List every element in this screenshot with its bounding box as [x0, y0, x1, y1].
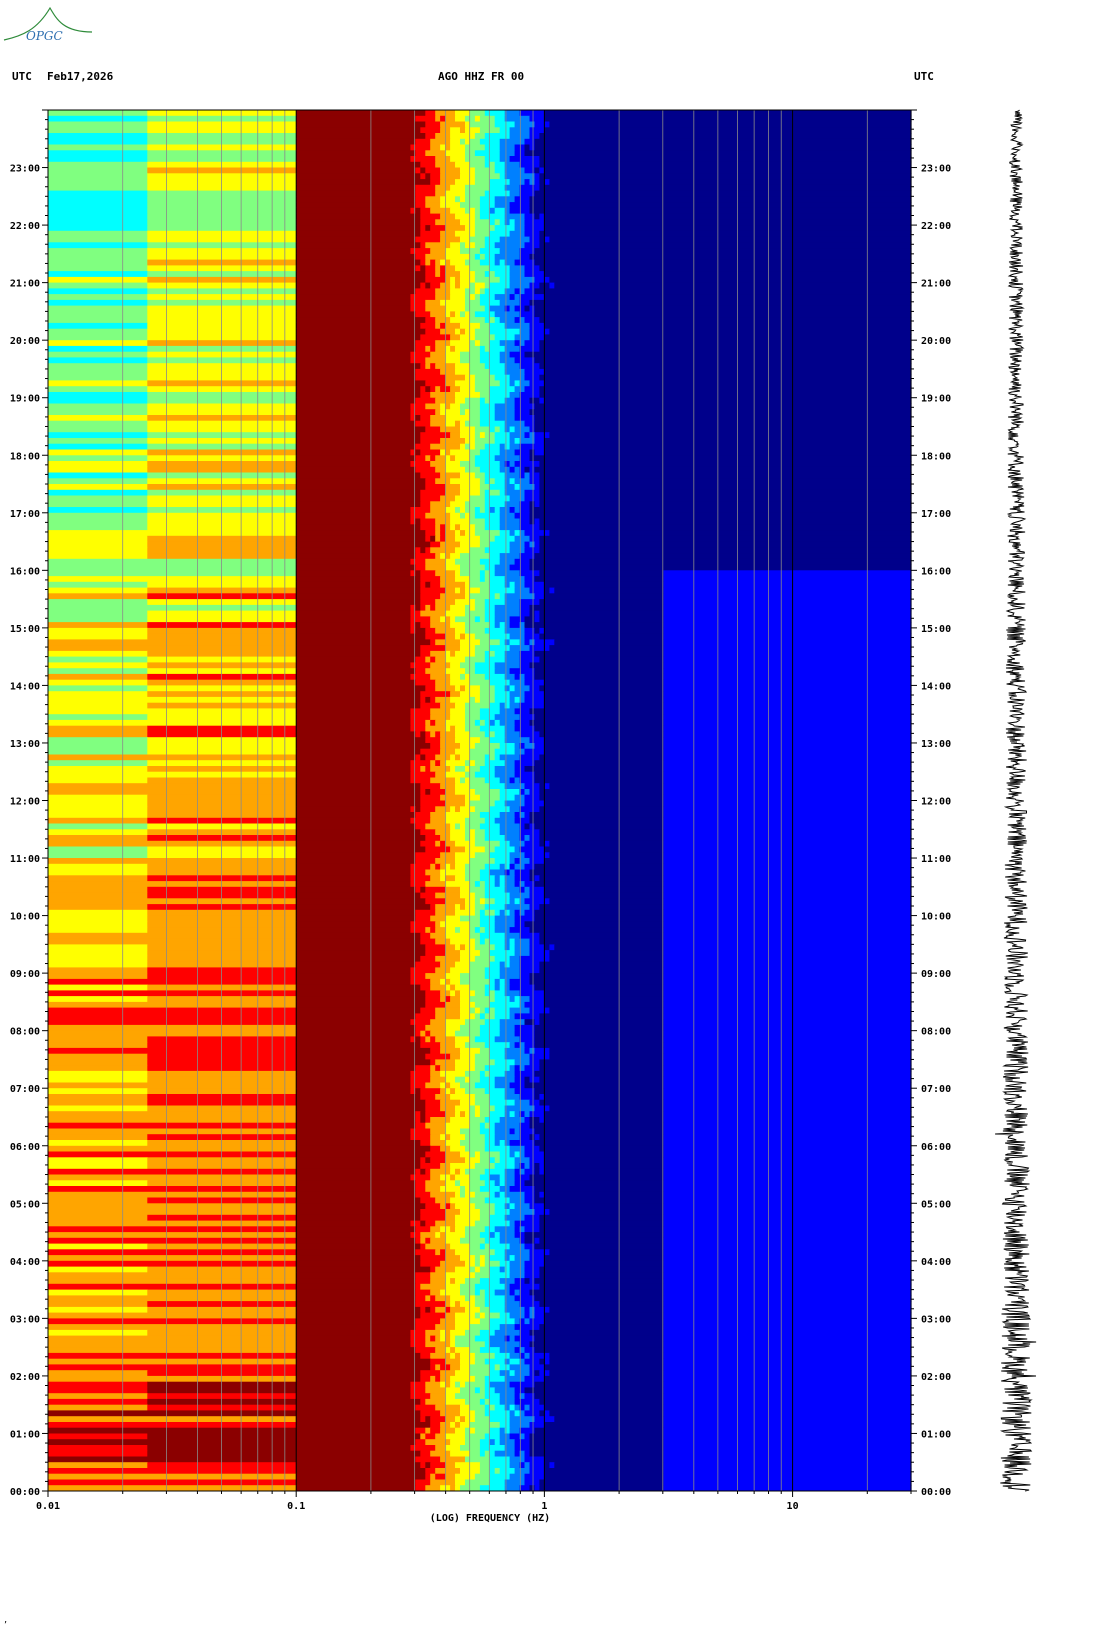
footer-mark: ’: [3, 1620, 8, 1629]
seismogram-trace: [995, 109, 1037, 1492]
